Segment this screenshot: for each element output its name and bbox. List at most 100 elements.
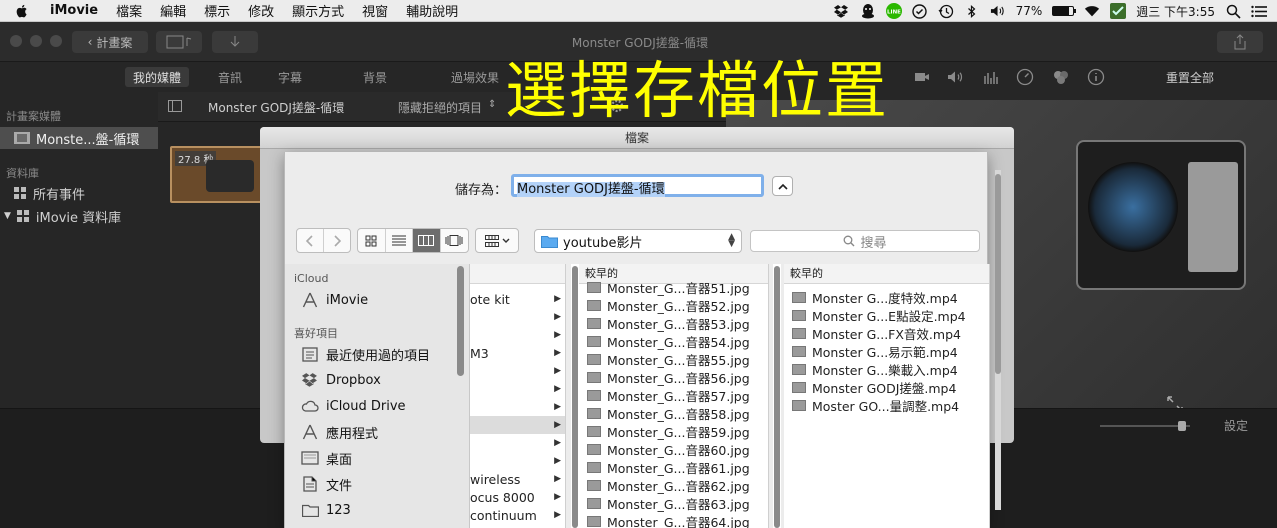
list-item[interactable]: Monster_G...音器51.jpg xyxy=(579,278,768,296)
list-item[interactable]: Monster_G...音器59.jpg xyxy=(579,422,768,440)
noise-reduction-icon[interactable] xyxy=(1052,68,1070,86)
dropbox-icon[interactable] xyxy=(834,3,850,19)
list-item[interactable]: Monster_G...音器54.jpg xyxy=(579,332,768,350)
list-item[interactable]: Monster_G...音器56.jpg xyxy=(579,368,768,386)
list-item[interactable]: Monster G...樂載入.mp4 xyxy=(784,360,989,378)
column-2-scrollbar[interactable] xyxy=(773,264,781,528)
cover-flow-button[interactable] xyxy=(441,229,468,252)
list-item[interactable]: Monster_G...音器58.jpg xyxy=(579,404,768,422)
timeline-settings-button[interactable]: 設定 xyxy=(1224,417,1248,434)
equalizer-icon[interactable] xyxy=(983,70,999,84)
list-item[interactable]: Monster G...FX音效.mp4 xyxy=(784,324,989,342)
check-icon[interactable] xyxy=(912,3,928,19)
tab-my-media[interactable]: 我的媒體 xyxy=(125,67,189,87)
battery-icon[interactable] xyxy=(1052,6,1077,16)
volume-adjust-icon[interactable] xyxy=(947,70,965,84)
list-item[interactable]: Monster_G...音器63.jpg xyxy=(579,494,768,512)
collapse-dialog-button[interactable] xyxy=(772,176,793,196)
list-item[interactable]: ▶ xyxy=(470,380,565,398)
app-status-icon[interactable] xyxy=(1110,3,1127,19)
bluetooth-icon[interactable] xyxy=(964,3,980,19)
back-button[interactable] xyxy=(297,229,324,252)
sidebar-item-imovie[interactable]: iMovie xyxy=(301,290,368,310)
list-item[interactable]: Monster_G...音器60.jpg xyxy=(579,440,768,458)
save-as-input[interactable]: Monster GODJ搓盤-循環 xyxy=(511,174,764,197)
sidebar-item-project[interactable]: Monste...盤-循環 xyxy=(0,127,158,149)
menu-app-imovie[interactable]: iMovie xyxy=(50,3,98,18)
list-item[interactable]: ocus 8000 ▶ xyxy=(470,488,565,506)
list-item[interactable]: ▶ xyxy=(470,416,565,434)
menu-mark[interactable]: 標示 xyxy=(204,1,230,20)
sidebar-item-all-events[interactable]: 所有事件 xyxy=(0,182,158,204)
list-item[interactable]: ▶ xyxy=(470,452,565,470)
sidebar-toggle-icon[interactable] xyxy=(168,100,182,112)
camera-icon[interactable] xyxy=(914,70,930,84)
list-item[interactable]: Monster GODJ搓盤.mp4 xyxy=(784,378,989,396)
apple-icon[interactable] xyxy=(14,3,30,19)
sidebar-item-desktop[interactable]: 桌面 xyxy=(301,448,352,468)
volume-icon[interactable] xyxy=(990,3,1006,19)
spotlight-icon[interactable] xyxy=(1225,3,1241,19)
sidebar-item-imovie-library[interactable]: ▼ iMovie 資料庫 xyxy=(0,205,158,227)
menu-file[interactable]: 檔案 xyxy=(116,1,142,20)
list-item[interactable]: Monster G...E點設定.mp4 xyxy=(784,306,989,324)
sidebar-item-dropbox[interactable]: Dropbox xyxy=(301,370,381,390)
list-item[interactable]: ▶ xyxy=(470,434,565,452)
reset-all-button[interactable]: 重置全部 xyxy=(1150,67,1230,87)
list-item[interactable]: Monster_G...音器53.jpg xyxy=(579,314,768,332)
menu-window[interactable]: 視窗 xyxy=(362,1,388,20)
sidebar-scrollbar[interactable] xyxy=(456,264,464,528)
forward-button[interactable] xyxy=(324,229,350,252)
list-item[interactable]: Monster_G...音器62.jpg xyxy=(579,476,768,494)
list-item[interactable]: wireless ▶ xyxy=(470,470,565,488)
list-item[interactable]: ▶ xyxy=(470,362,565,380)
qq-icon[interactable] xyxy=(860,3,876,19)
list-item[interactable]: Monster_G...音器64.jpg xyxy=(579,512,768,528)
search-field[interactable]: 搜尋 xyxy=(750,230,980,252)
list-item[interactable]: M3 ▶ xyxy=(470,344,565,362)
disclosure-triangle-icon[interactable]: ▼ xyxy=(4,211,11,221)
close-window-button[interactable] xyxy=(10,35,22,47)
zoom-slider-knob[interactable] xyxy=(1178,421,1186,431)
list-item[interactable]: Monster G...度特效.mp4 xyxy=(784,288,989,306)
menu-modify[interactable]: 修改 xyxy=(248,1,274,20)
list-item[interactable]: ▶ xyxy=(470,398,565,416)
line-icon[interactable]: LINE xyxy=(885,3,902,19)
list-item[interactable]: Monster G...易示範.mp4 xyxy=(784,342,989,360)
location-popup[interactable]: youtube影片 ▲ ▼ xyxy=(534,229,742,253)
sidebar-item-documents[interactable]: 文件 xyxy=(301,474,352,494)
list-item[interactable]: continuum ▶ xyxy=(470,506,565,524)
icon-view-button[interactable] xyxy=(358,229,386,252)
list-item[interactable]: Monster_G...音器61.jpg xyxy=(579,458,768,476)
import-media-button[interactable] xyxy=(156,31,202,53)
time-machine-icon[interactable] xyxy=(938,3,954,19)
tab-transitions[interactable]: 過場效果 xyxy=(440,67,510,87)
list-item[interactable]: Moster GO...量調整.mp4 xyxy=(784,396,989,414)
dialog-scrollbar[interactable] xyxy=(995,170,1001,510)
back-to-projects-button[interactable]: ‹ 計畫案 xyxy=(72,31,148,53)
arrange-menu-button[interactable] xyxy=(475,228,519,253)
video-clip-thumbnail[interactable]: 27.8 秒 xyxy=(170,146,262,203)
list-item[interactable]: ▶ xyxy=(470,308,565,326)
sidebar-item-recents[interactable]: 最近使用過的項目 xyxy=(301,344,430,364)
menu-help[interactable]: 輔助說明 xyxy=(406,1,458,20)
list-item[interactable]: Monster_G...音器52.jpg xyxy=(579,296,768,314)
zoom-slider[interactable] xyxy=(1100,425,1190,427)
sidebar-item-icloud-drive[interactable]: iCloud Drive xyxy=(301,396,406,416)
sidebar-item-applications[interactable]: 應用程式 xyxy=(301,422,378,442)
tab-titles[interactable]: 字幕 xyxy=(265,67,315,87)
column-1-scrollbar[interactable] xyxy=(571,264,579,528)
list-item[interactable]: Monster_G...音器55.jpg xyxy=(579,350,768,368)
tab-audio[interactable]: 音訊 xyxy=(205,67,255,87)
share-button[interactable] xyxy=(1217,31,1263,53)
clock[interactable]: 週三 下午3:55 xyxy=(1136,3,1215,20)
notification-center-icon[interactable] xyxy=(1251,3,1267,19)
column-view-button[interactable] xyxy=(413,229,441,252)
import-button[interactable] xyxy=(212,31,258,53)
zoom-window-button[interactable] xyxy=(50,35,62,47)
wifi-icon[interactable] xyxy=(1084,3,1100,19)
hide-rejected-select[interactable]: 隱藏拒絕的項目 xyxy=(398,99,482,116)
speed-icon[interactable] xyxy=(1016,68,1034,86)
minimize-window-button[interactable] xyxy=(30,35,42,47)
list-view-button[interactable] xyxy=(386,229,413,252)
